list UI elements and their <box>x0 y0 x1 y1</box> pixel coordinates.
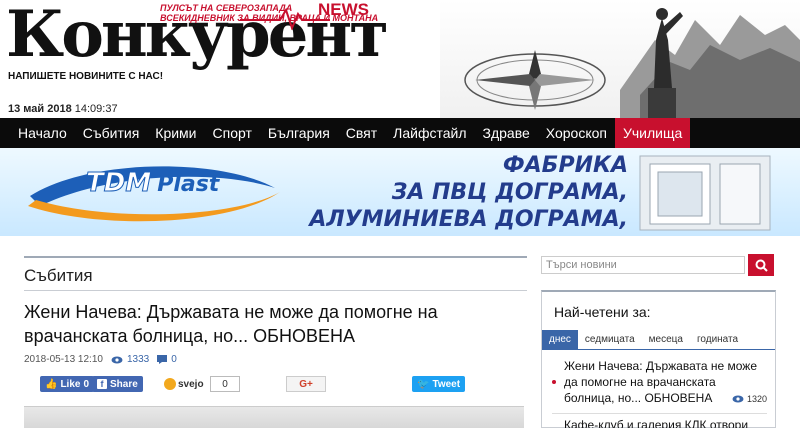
tab-today[interactable]: днес <box>542 330 578 349</box>
news-mark: NEWS <box>318 0 369 19</box>
section-divider-bottom <box>24 290 527 291</box>
most-read-item[interactable]: Кафе-клуб и галерия КЛК отвори <box>564 417 769 428</box>
list-bullet <box>552 380 556 384</box>
like-count: 0 <box>83 378 90 390</box>
banner-line3: АЛУМИНИЕВА ДОГРАМА, <box>309 207 628 232</box>
facebook-like-button[interactable]: 👍 Like 0 <box>40 376 95 392</box>
banner-line2: ЗА ПВЦ ДОГРАМА, <box>391 180 628 205</box>
nav-item-events[interactable]: Събития <box>75 118 148 148</box>
svejo-button[interactable]: svejo <box>164 375 204 393</box>
write-us-link[interactable]: НАПИШЕТЕ НОВИНИТЕ С НАС! <box>8 71 163 82</box>
article-meta: 2018-05-13 12:10 1333 0 <box>24 354 177 365</box>
twitter-icon: 🐦 <box>417 378 430 390</box>
article-views: 1333 <box>126 354 150 365</box>
article-title: Жени Начева: Държавата не може да помогн… <box>24 302 438 346</box>
tab-year[interactable]: годината <box>690 330 745 349</box>
nav-item-lifestyle[interactable]: Лайфстайл <box>385 118 474 148</box>
compass-monument-icon <box>440 0 800 118</box>
most-read-widget: Най-четени за: днес седмицата месеца год… <box>541 290 776 428</box>
share-label: Share <box>110 378 138 390</box>
nav-item-home[interactable]: Начало <box>10 118 75 148</box>
views-count: 1320 <box>746 394 767 404</box>
facebook-icon: f <box>97 379 107 389</box>
most-read-item-views: 1320 <box>732 394 767 404</box>
nav-item-crime[interactable]: Крими <box>147 118 204 148</box>
article-datetime: 2018-05-13 12:10 <box>24 354 103 365</box>
nav-item-health[interactable]: Здраве <box>475 118 538 148</box>
list-divider <box>552 413 767 414</box>
banner-line1: ФАБРИКА <box>502 153 628 178</box>
section-divider-top <box>24 256 527 258</box>
article-photo <box>24 406 524 428</box>
facebook-share-button[interactable]: f Share <box>92 376 143 392</box>
tweet-label: Tweet <box>432 378 461 390</box>
banner-brand-name: TDM <box>85 168 152 199</box>
nav-item-schools[interactable]: Училища <box>614 118 691 148</box>
current-date: 13 май 2018 14:09:37 <box>8 103 118 115</box>
nav-item-world[interactable]: Свят <box>338 118 385 148</box>
most-read-title: Най-четени за: <box>554 304 651 320</box>
search-button[interactable] <box>748 254 774 276</box>
search-icon <box>755 259 768 272</box>
eye-icon <box>732 395 744 403</box>
svejo-icon <box>164 378 176 390</box>
tab-month[interactable]: месеца <box>642 330 690 349</box>
article-comments: 0 <box>171 354 177 365</box>
google-plus-button[interactable]: G+ <box>286 376 326 392</box>
nav-item-horoscope[interactable]: Хороскоп <box>538 118 615 148</box>
like-label: Like <box>60 378 81 390</box>
nav-item-sport[interactable]: Спорт <box>205 118 260 148</box>
date-text: 13 май 2018 <box>8 103 72 115</box>
time-text: 14:09:37 <box>74 103 118 115</box>
tweet-button[interactable]: 🐦 Tweet <box>412 376 466 392</box>
tab-week[interactable]: седмицата <box>578 330 642 349</box>
svejo-label: svejo <box>178 378 204 390</box>
header-illustration <box>440 0 800 118</box>
banner-brand-sub: Plast <box>157 172 220 197</box>
comment-icon <box>157 355 168 364</box>
banner-text: ФАБРИКА ЗА ПВЦ ДОГРАМА, АЛУМИНИЕВА ДОГРА… <box>309 152 628 233</box>
share-bar: 👍 Like 0 f Share svejo 0 G+ 🐦 Tweet <box>40 375 530 393</box>
nav-item-bulgaria[interactable]: България <box>260 118 338 148</box>
ad-banner[interactable]: TDM Plast ФАБРИКА ЗА ПВЦ ДОГРАМА, АЛУМИН… <box>0 148 800 236</box>
site-header: Конкурент ПУЛСЪТ НА СЕВЕРОЗАПАДА ВСЕКИДН… <box>0 0 800 118</box>
thumbs-up-icon: 👍 <box>45 378 58 390</box>
section-title[interactable]: Събития <box>24 266 93 286</box>
banner-brand: TDM Plast <box>85 168 220 199</box>
main-nav: Начало Събития Крими Спорт България Свят… <box>0 118 800 148</box>
most-read-tabs: днес седмицата месеца годината <box>542 330 775 350</box>
search-input[interactable]: Търси новини <box>541 256 745 274</box>
eye-icon <box>111 356 123 363</box>
svejo-count: 0 <box>210 376 240 392</box>
